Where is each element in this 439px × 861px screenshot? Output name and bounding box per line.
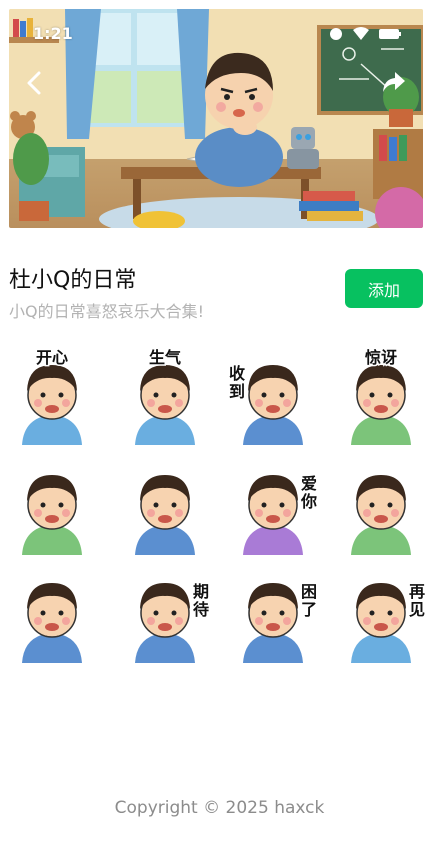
sticker-caption: 再见: [409, 582, 425, 619]
sticker-caption: 开心: [36, 348, 68, 367]
status-icons: [329, 27, 401, 41]
sticker-item[interactable]: [4, 455, 100, 555]
sticker-caption: 爱你: [300, 474, 317, 511]
back-button[interactable]: [23, 69, 47, 97]
sticker-item[interactable]: 期待: [117, 563, 213, 663]
wifi-icon: [353, 27, 369, 40]
status-bar: 1:21: [9, 9, 423, 43]
sticker-pack-title: 杜小Q的日常: [9, 268, 137, 293]
sticker-surprised-icon: 惊讶: [351, 347, 411, 445]
sticker-item[interactable]: 生气: [117, 345, 213, 445]
sticker-sleepy-icon: 困了: [243, 581, 319, 663]
share-icon: [383, 72, 405, 92]
sticker-angry-icon: 生气: [135, 347, 195, 445]
sticker-caption: 期待: [193, 582, 209, 619]
copyright-footer: Copyright © 2025 haxck: [114, 798, 325, 818]
sticker-item[interactable]: [333, 455, 429, 555]
sticker-salute-icon: 收到: [227, 363, 303, 445]
share-button[interactable]: [381, 69, 407, 95]
sticker-item[interactable]: [117, 455, 213, 555]
sticker-heart-icon: [135, 475, 195, 555]
sticker-caption: 生气: [149, 348, 181, 367]
sticker-item[interactable]: 困了: [225, 563, 321, 663]
banner-image: 1:21: [9, 9, 423, 228]
sticker-item[interactable]: [4, 563, 100, 663]
chevron-left-icon: [27, 71, 41, 95]
sticker-caption: 收到: [229, 364, 245, 401]
sticker-thinking-icon: [22, 583, 82, 663]
sticker-caption: 困了: [301, 582, 317, 619]
sticker-item[interactable]: 开心: [4, 345, 100, 445]
sticker-item[interactable]: 再见: [333, 563, 429, 663]
battery-icon: [379, 29, 401, 39]
sticker-caption: 惊讶: [365, 348, 397, 367]
sticker-goodbye-icon: 再见: [351, 581, 427, 663]
sticker-item[interactable]: 爱你: [225, 455, 321, 555]
notification-dot-icon: [330, 28, 342, 40]
sticker-item[interactable]: 收到: [225, 345, 321, 445]
sticker-tongue-icon: [351, 475, 411, 555]
sticker-item[interactable]: 惊讶: [333, 345, 429, 445]
status-time: 1:21: [33, 24, 73, 43]
sticker-expecting-icon: 期待: [135, 581, 211, 663]
sticker-confused-icon: [22, 475, 82, 555]
add-button[interactable]: 添加: [345, 269, 423, 308]
sticker-pack-subtitle: 小Q的日常喜怒哀乐大合集!: [9, 302, 205, 321]
sticker-happy-icon: 开心: [22, 347, 82, 445]
sticker-love-icon: 爱你: [243, 473, 319, 555]
